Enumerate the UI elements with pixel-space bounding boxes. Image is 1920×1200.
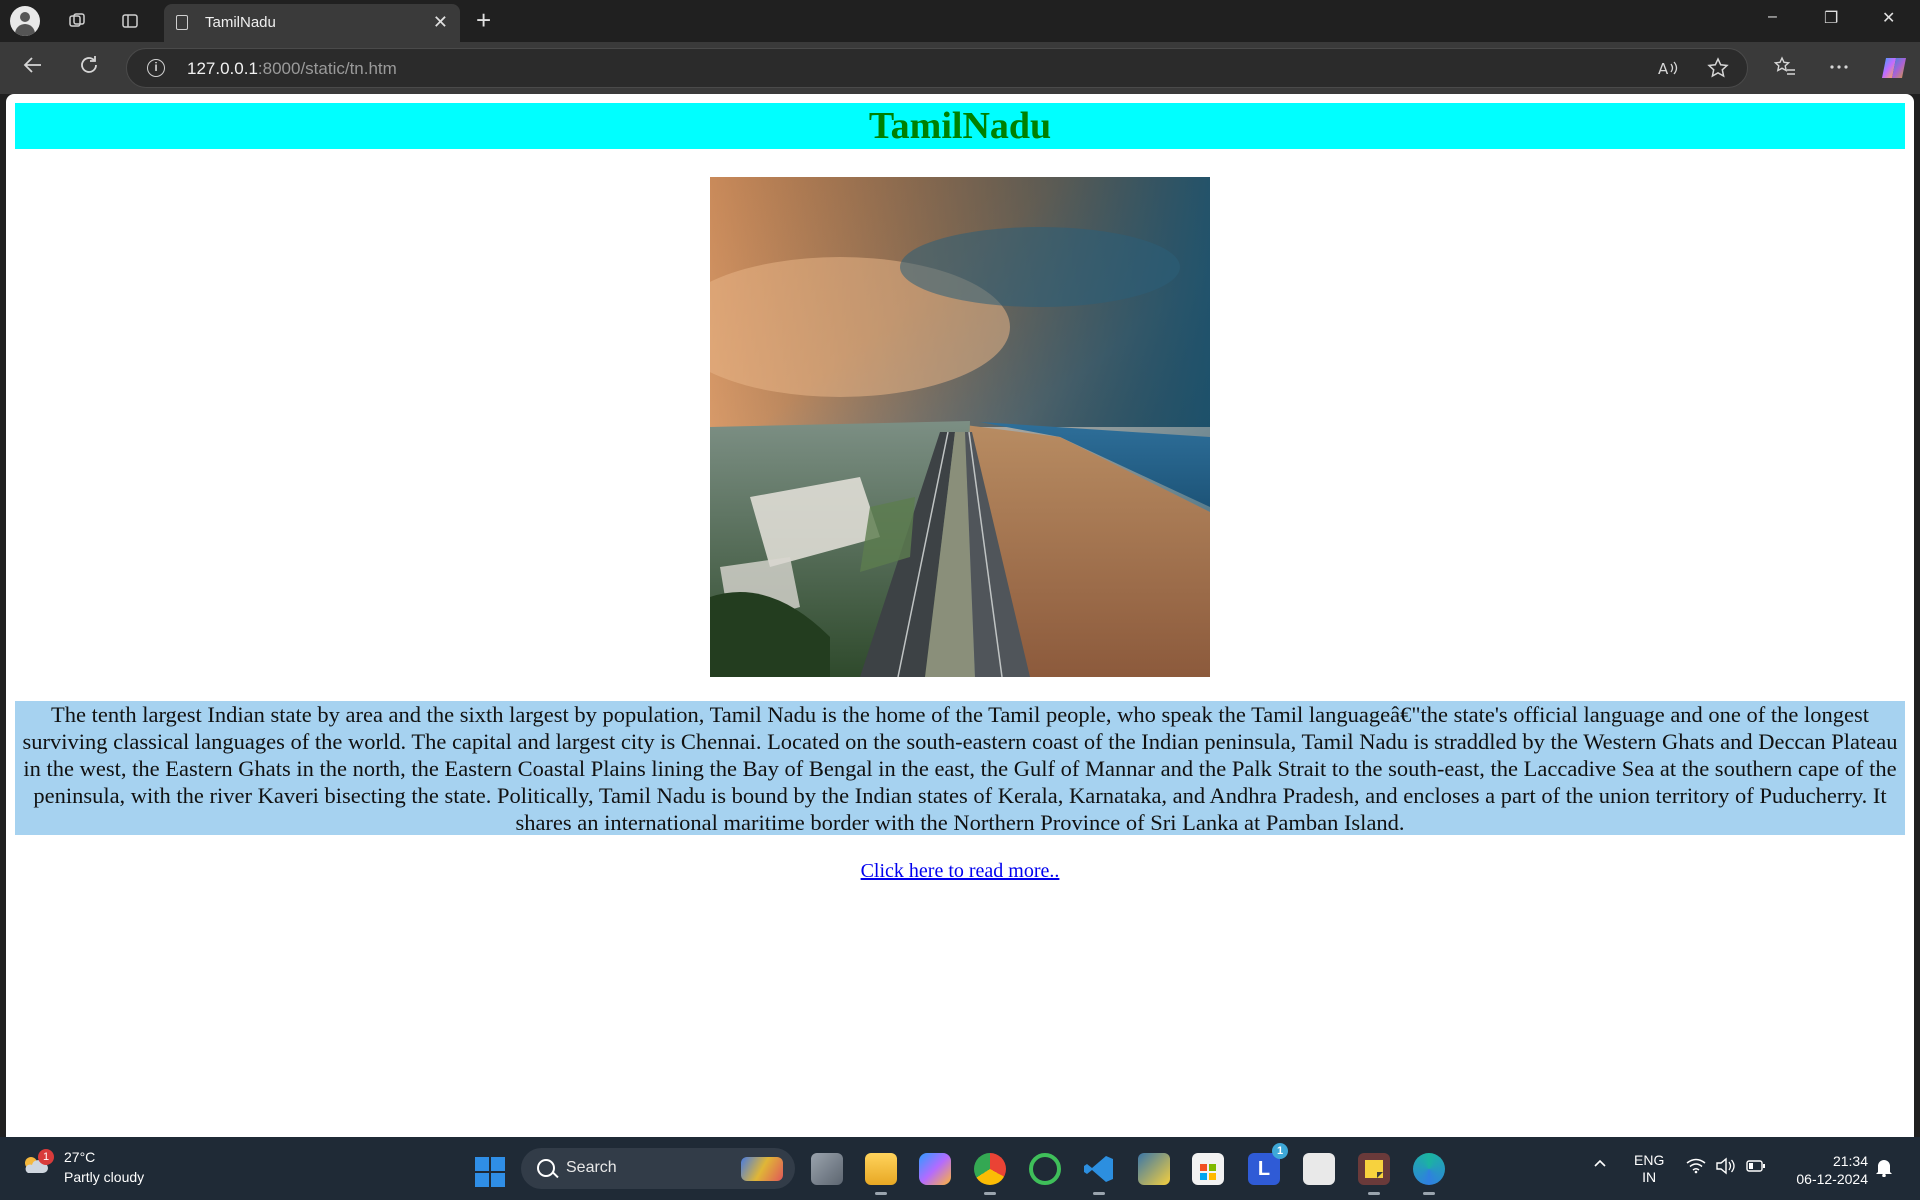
description-paragraph: The tenth largest Indian state by area a… <box>15 701 1905 835</box>
browser-toolbar: i 127.0.0.1:8000/static/tn.htm A <box>0 42 1920 94</box>
weather-condition: Partly cloudy <box>64 1169 145 1185</box>
close-window-button[interactable]: ✕ <box>1882 8 1895 28</box>
tamilnadu-photo <box>710 177 1210 677</box>
back-icon[interactable] <box>22 54 44 82</box>
edge-icon[interactable] <box>1413 1153 1445 1195</box>
weather-temp: 27°C <box>64 1149 96 1165</box>
vscode-icon[interactable] <box>1083 1153 1115 1195</box>
site-info-icon[interactable]: i <box>147 59 165 77</box>
clock-date: 06-12-2024 <box>1796 1171 1868 1187</box>
new-tab-button[interactable]: + <box>476 6 491 34</box>
restore-button[interactable]: ❐ <box>1824 8 1838 28</box>
page-viewport: TamilNadu The tenth largest Indian state… <box>6 94 1914 1137</box>
browser-title-bar: TamilNadu ✕ + – ❐ ✕ <box>0 0 1920 42</box>
search-highlight-icon <box>741 1157 783 1181</box>
copilot-icon[interactable] <box>1880 54 1908 88</box>
page-icon <box>176 15 188 30</box>
language-indicator[interactable]: ENG IN <box>1634 1152 1664 1186</box>
windows-start-icon[interactable] <box>475 1157 505 1187</box>
file-explorer-icon[interactable] <box>865 1153 897 1195</box>
read-more-container: Click here to read more.. <box>6 860 1914 883</box>
windows-taskbar: 1 27°C Partly cloudy Search L1 ENG IN 21… <box>0 1137 1920 1200</box>
read-aloud-icon[interactable]: A <box>1657 58 1679 83</box>
weather-badge: 1 <box>38 1149 54 1165</box>
python-icon[interactable] <box>1138 1153 1170 1185</box>
browser-tab[interactable]: TamilNadu ✕ <box>164 4 460 42</box>
wifi-icon[interactable] <box>1686 1158 1706 1178</box>
page-heading: TamilNadu <box>15 103 1905 149</box>
search-label: Search <box>566 1159 617 1176</box>
workspaces-icon[interactable] <box>61 6 93 36</box>
l-app-icon[interactable]: L1 <box>1248 1143 1288 1185</box>
language-line2: IN <box>1642 1169 1657 1185</box>
minimize-button[interactable]: – <box>1768 8 1777 26</box>
url-text[interactable]: 127.0.0.1:8000/static/tn.htm <box>187 59 397 79</box>
battery-icon[interactable] <box>1746 1159 1766 1177</box>
app-badge: 1 <box>1272 1143 1288 1159</box>
tab-title: TamilNadu <box>205 14 276 31</box>
svg-text:A: A <box>1658 60 1669 78</box>
more-options-icon[interactable] <box>1828 56 1850 84</box>
volume-icon[interactable] <box>1715 1157 1735 1179</box>
taskbar-search[interactable]: Search <box>521 1148 795 1189</box>
tab-close-icon[interactable]: ✕ <box>433 12 448 33</box>
sticky-notes-icon[interactable] <box>1358 1153 1390 1195</box>
task-view-icon[interactable] <box>811 1153 843 1185</box>
read-more-link[interactable]: Click here to read more.. <box>861 860 1060 882</box>
search-icon <box>537 1159 555 1177</box>
clock[interactable]: 21:34 06-12-2024 <box>1796 1152 1868 1188</box>
snipping-tool-icon[interactable] <box>1303 1153 1335 1185</box>
favorites-list-icon[interactable] <box>1773 56 1796 84</box>
vertical-tabs-icon[interactable] <box>114 6 146 36</box>
profile-avatar-icon[interactable] <box>10 6 40 36</box>
refresh-icon[interactable] <box>78 54 100 82</box>
favorite-star-icon[interactable] <box>1707 57 1729 85</box>
green-app-icon[interactable] <box>1029 1153 1061 1185</box>
address-bar[interactable]: i 127.0.0.1:8000/static/tn.htm A <box>126 48 1748 88</box>
language-line1: ENG <box>1634 1152 1665 1168</box>
store-icon[interactable] <box>1192 1153 1224 1185</box>
chevron-up-icon[interactable] <box>1592 1155 1608 1175</box>
clock-time: 21:34 <box>1832 1153 1868 1169</box>
copilot-app-icon[interactable] <box>919 1153 951 1185</box>
notification-bell-icon[interactable] <box>1875 1157 1893 1181</box>
chrome-icon[interactable] <box>974 1153 1006 1195</box>
